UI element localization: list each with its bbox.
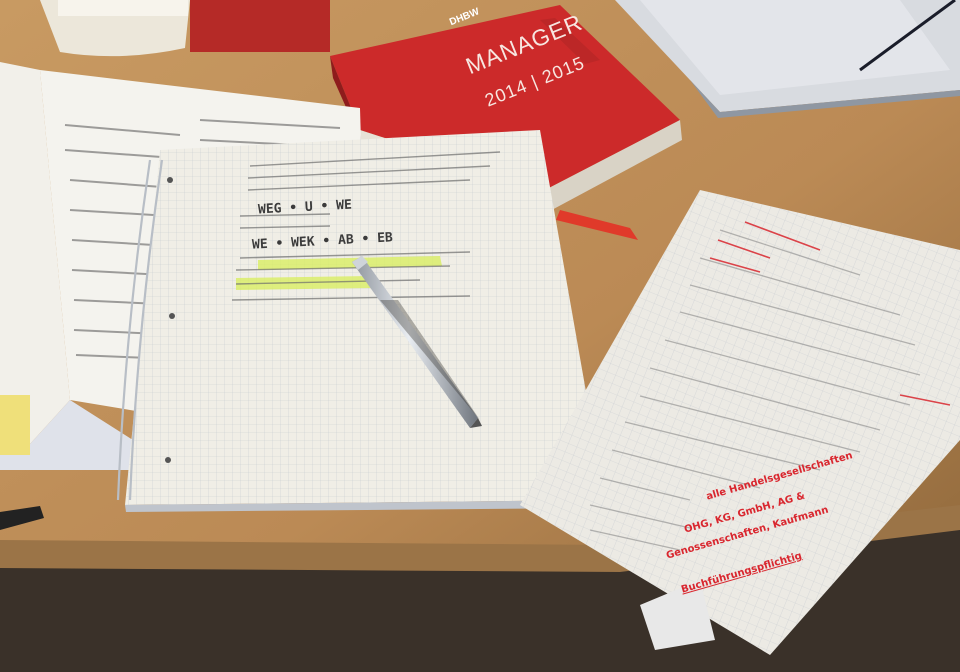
mug-label [58,0,188,16]
spiral-notebook [116,130,605,512]
red-box [190,0,330,52]
photo-scene [0,0,960,672]
